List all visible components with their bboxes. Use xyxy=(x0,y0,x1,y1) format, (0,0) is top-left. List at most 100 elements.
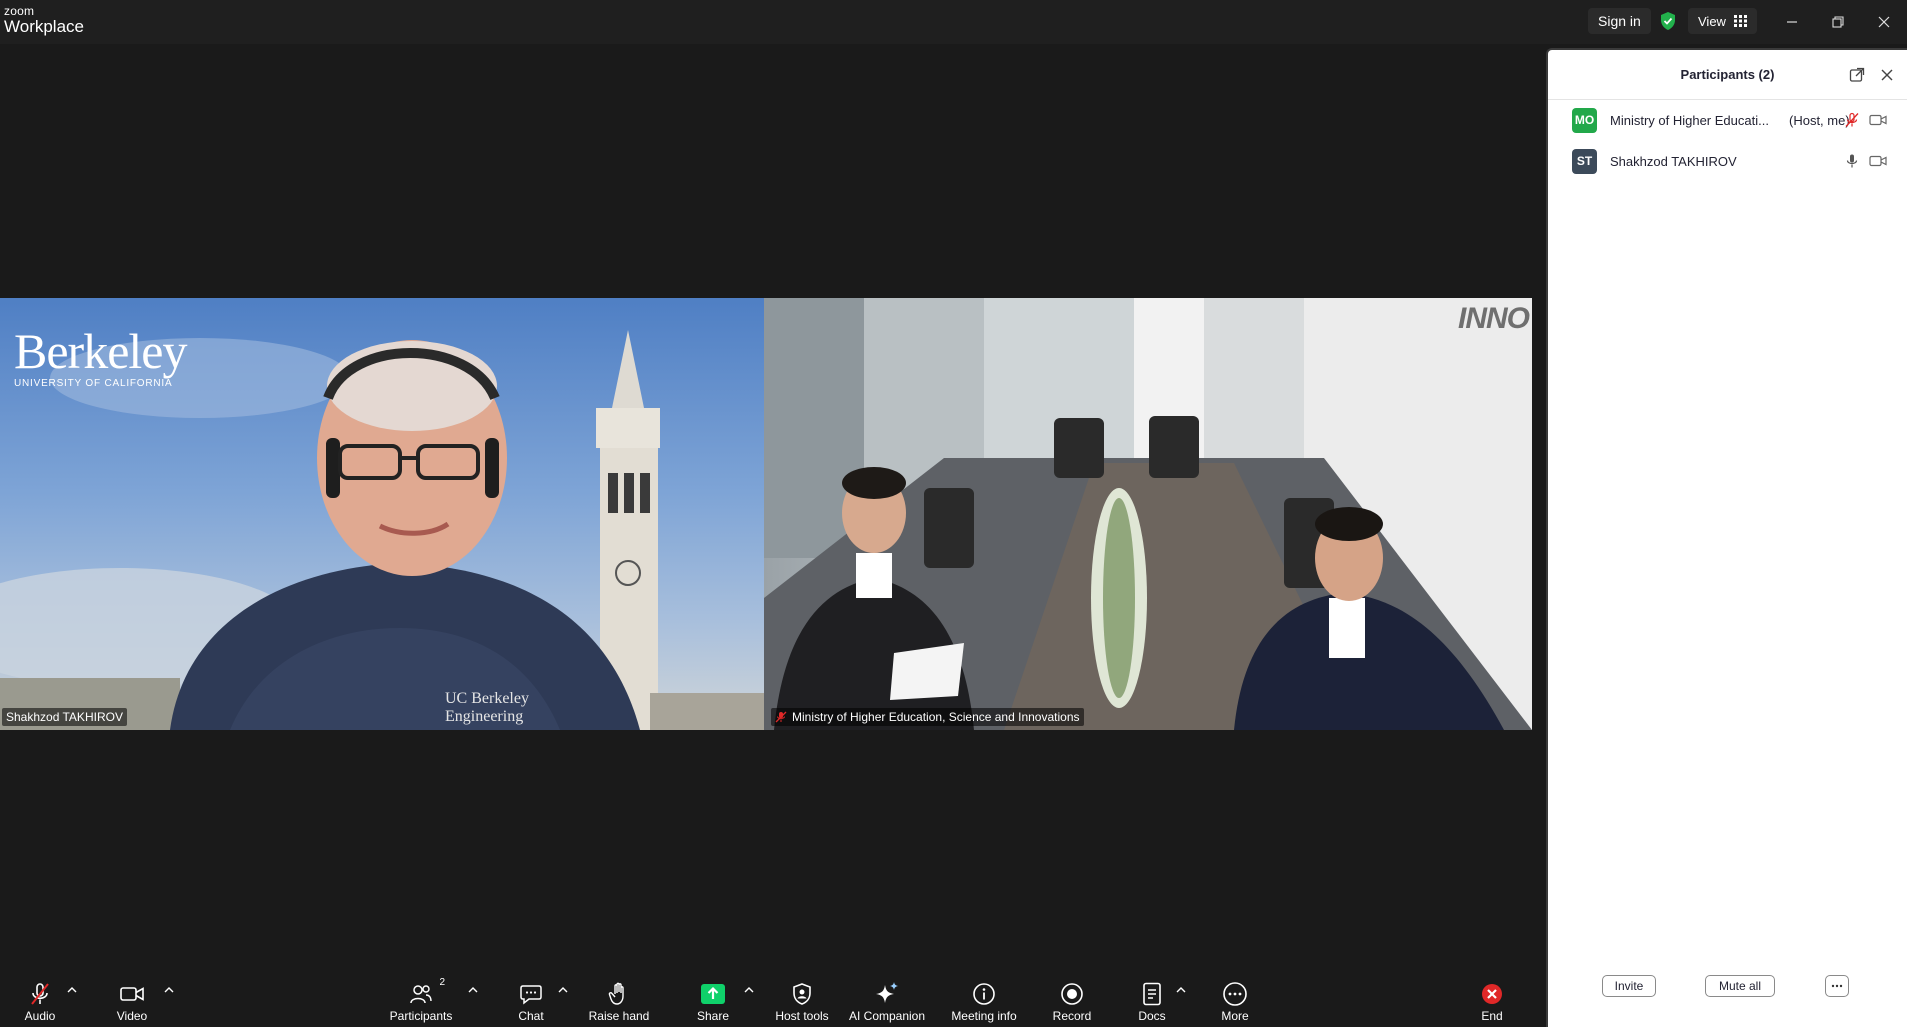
invite-label: Invite xyxy=(1614,979,1644,993)
record-button[interactable]: Record xyxy=(1051,972,1093,1027)
participant-role: (Host, me) xyxy=(1789,112,1850,128)
meeting-info-label: Meeting info xyxy=(951,1009,1017,1023)
encryption-shield-icon[interactable] xyxy=(1659,11,1677,31)
mute-all-button[interactable]: Mute all xyxy=(1705,975,1775,997)
participants-options-chevron-icon[interactable] xyxy=(468,986,478,994)
mic-icon[interactable] xyxy=(1844,153,1860,169)
raise-hand-icon xyxy=(608,982,624,1005)
close-panel-icon[interactable] xyxy=(1879,67,1895,83)
close-window-button[interactable] xyxy=(1872,10,1896,34)
mute-all-label: Mute all xyxy=(1718,979,1762,993)
share-label: Share xyxy=(696,1009,730,1023)
video-tile-ministry[interactable]: INNO Ministry of Higher Education, Scien… xyxy=(764,298,1532,730)
view-button[interactable]: View xyxy=(1688,8,1757,34)
chat-options-chevron-icon[interactable] xyxy=(558,986,568,994)
meeting-info-button[interactable]: Meeting info xyxy=(947,972,1021,1027)
mic-muted-icon xyxy=(31,983,49,1005)
video-button[interactable]: Video xyxy=(112,972,152,1027)
end-label: End xyxy=(1481,1009,1503,1023)
audio-label: Audio xyxy=(24,1009,56,1023)
host-tools-button[interactable]: Host tools xyxy=(775,972,829,1027)
avatar-initials: ST xyxy=(1576,154,1593,168)
restore-button[interactable] xyxy=(1826,10,1850,34)
video-feed-conference-room xyxy=(764,298,1532,730)
audio-options-chevron-icon[interactable] xyxy=(67,986,77,994)
more-options-button[interactable] xyxy=(1825,975,1849,997)
berkeley-logo-text: Berkeley xyxy=(14,323,187,379)
participants-button[interactable]: 2 Participants xyxy=(387,972,455,1027)
video-tile-shakhzod[interactable]: Berkeley UNIVERSITY OF CALIFORNIA UC Ber… xyxy=(0,298,764,730)
chat-button[interactable]: Chat xyxy=(514,972,548,1027)
berkeley-background-logo: Berkeley UNIVERSITY OF CALIFORNIA xyxy=(14,323,187,389)
sign-in-button[interactable]: Sign in xyxy=(1588,8,1651,34)
more-dots-icon xyxy=(1831,984,1843,988)
participants-count-badge: 2 xyxy=(439,977,445,988)
raise-hand-button[interactable]: Raise hand xyxy=(589,972,649,1027)
video-camera-icon[interactable] xyxy=(1869,113,1887,127)
zoom-meeting-window: zoom Workplace Sign in View Berkeley UNI… xyxy=(0,0,1907,1027)
participant-name: Shakhzod TAKHIROV xyxy=(6,710,123,724)
more-label: More xyxy=(1221,1009,1249,1023)
shirt-logo: UC Berkeley Engineering xyxy=(445,690,529,726)
info-icon xyxy=(973,983,995,1005)
more-button[interactable]: More xyxy=(1217,972,1253,1027)
minimize-button[interactable] xyxy=(1780,10,1804,34)
share-screen-icon xyxy=(701,984,725,1004)
logo-line-2: Workplace xyxy=(4,17,84,36)
avatar-initials: MO xyxy=(1574,113,1595,127)
participant-name: Ministry of Higher Educati... xyxy=(1610,112,1769,128)
ai-companion-label: AI Companion xyxy=(848,1009,926,1023)
record-label: Record xyxy=(1052,1009,1092,1023)
participant-name: Ministry of Higher Education, Science an… xyxy=(792,710,1080,724)
sign-in-label: Sign in xyxy=(1598,13,1641,29)
minimize-icon xyxy=(1787,21,1797,23)
title-bar: zoom Workplace Sign in View xyxy=(0,0,1907,44)
participants-icon xyxy=(410,985,432,1004)
chat-icon xyxy=(520,985,542,1005)
zoom-workplace-logo: zoom Workplace xyxy=(4,5,84,35)
host-tools-shield-icon xyxy=(793,983,811,1005)
participant-row-ministry[interactable]: MO Ministry of Higher Educati... (Host, … xyxy=(1548,100,1907,140)
video-options-chevron-icon[interactable] xyxy=(164,986,174,994)
audio-button[interactable]: Audio xyxy=(20,972,60,1027)
host-tools-label: Host tools xyxy=(775,1009,829,1023)
participant-row-shakhzod[interactable]: ST Shakhzod TAKHIROV xyxy=(1548,141,1907,181)
raise-hand-label: Raise hand xyxy=(588,1009,650,1023)
end-meeting-icon xyxy=(1482,984,1502,1004)
ai-companion-sparkle-icon xyxy=(876,982,898,1003)
docs-label: Docs xyxy=(1138,1009,1166,1023)
inno-watermark: INNO xyxy=(1458,302,1530,335)
avatar: ST xyxy=(1572,148,1597,174)
logo-line-1: zoom xyxy=(4,4,35,18)
invite-button[interactable]: Invite xyxy=(1602,975,1656,997)
avatar: MO xyxy=(1572,107,1597,133)
participants-label: Participants xyxy=(389,1009,453,1023)
document-icon xyxy=(1143,982,1161,1006)
share-options-chevron-icon[interactable] xyxy=(744,986,754,994)
docs-options-chevron-icon[interactable] xyxy=(1176,986,1186,994)
video-label: Video xyxy=(116,1009,148,1023)
record-icon xyxy=(1061,983,1083,1005)
participant-name-tag: Shakhzod TAKHIROV xyxy=(2,708,127,726)
close-icon xyxy=(1878,16,1890,28)
chat-label: Chat xyxy=(518,1009,544,1023)
mic-muted-icon xyxy=(775,711,787,723)
view-label: View xyxy=(1698,13,1726,29)
more-icon xyxy=(1223,982,1247,1006)
end-meeting-button[interactable]: End xyxy=(1478,972,1506,1027)
video-gallery: Berkeley UNIVERSITY OF CALIFORNIA UC Ber… xyxy=(0,44,1542,972)
restore-icon xyxy=(1832,16,1844,28)
shirt-logo-line-2: Engineering xyxy=(445,708,524,725)
share-button[interactable]: Share xyxy=(696,972,730,1027)
participant-name-tag: Ministry of Higher Education, Science an… xyxy=(771,708,1084,726)
participants-panel-header: Participants (2) xyxy=(1548,50,1907,100)
grid-view-icon xyxy=(1733,15,1747,27)
participant-name: Shakhzod TAKHIROV xyxy=(1610,153,1737,169)
docs-button[interactable]: Docs xyxy=(1136,972,1168,1027)
mic-muted-icon[interactable] xyxy=(1844,112,1860,128)
participants-panel: Participants (2) MO Ministry of Higher E… xyxy=(1546,48,1907,1027)
video-camera-icon[interactable] xyxy=(1869,154,1887,168)
shirt-logo-line-1: UC Berkeley xyxy=(445,690,529,707)
pop-out-icon[interactable] xyxy=(1849,67,1865,83)
ai-companion-button[interactable]: AI Companion xyxy=(849,972,925,1027)
